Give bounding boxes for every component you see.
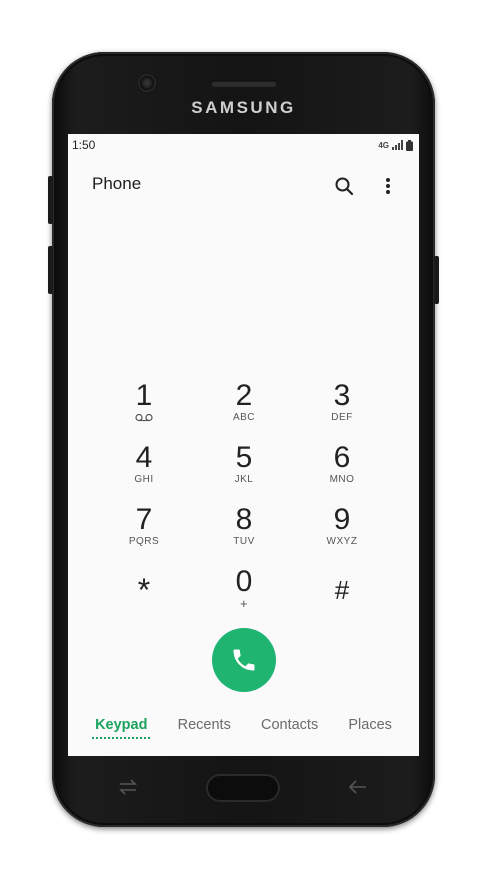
tab-places[interactable]: Places [348, 717, 392, 737]
front-camera [140, 76, 154, 90]
key-3[interactable]: 3 DEF [302, 380, 382, 436]
key-letters: + [239, 596, 249, 611]
tab-contacts[interactable]: Contacts [261, 717, 318, 737]
key-letters: MNO [329, 474, 355, 485]
brand-logo: SAMSUNG [191, 98, 296, 117]
tab-recents[interactable]: Recents [178, 717, 231, 737]
key-4[interactable]: 4 GHI [104, 442, 184, 498]
key-letters: PQRS [128, 536, 160, 547]
key-digit: 2 [235, 379, 253, 412]
key-digit: * [137, 572, 151, 608]
screen: 1:50 4G Phone 1 2 ABC 3 DEF 4 GHI 5 JKL … [68, 134, 419, 756]
key-2[interactable]: 2 ABC [204, 380, 284, 436]
key-7[interactable]: 7 PQRS [104, 504, 184, 560]
home-button[interactable] [206, 774, 280, 802]
key-letters: TUV [233, 536, 255, 547]
key-digit: 1 [135, 379, 153, 412]
key-digit: 4 [135, 441, 153, 474]
key-9[interactable]: 9 WXYZ [302, 504, 382, 560]
recent-apps-icon[interactable] [118, 778, 138, 796]
key-digit: 3 [333, 379, 351, 412]
key-hash[interactable]: # [302, 574, 382, 630]
key-1[interactable]: 1 [104, 380, 184, 436]
side-button-volume [48, 246, 53, 294]
key-5[interactable]: 5 JKL [204, 442, 284, 498]
key-digit: 9 [333, 503, 351, 536]
key-8[interactable]: 8 TUV [204, 504, 284, 560]
earpiece-speaker [211, 80, 277, 87]
bottom-tabs: Keypad Recents Contacts Places [68, 712, 419, 742]
back-icon[interactable] [348, 778, 368, 796]
key-digit: 0 [235, 565, 253, 598]
key-digit: 6 [333, 441, 351, 474]
hardware-nav-bar [52, 756, 435, 820]
key-letters: ABC [232, 412, 256, 423]
side-button-power [434, 256, 439, 304]
side-button-bixby [48, 176, 53, 224]
key-0[interactable]: 0 + [204, 566, 284, 622]
key-letters: WXYZ [326, 536, 358, 547]
key-6[interactable]: 6 MNO [302, 442, 382, 498]
key-star[interactable]: * [104, 574, 184, 630]
key-digit: 7 [135, 503, 153, 536]
call-button[interactable] [212, 628, 276, 692]
key-digit: 8 [235, 503, 253, 536]
key-letters: GHI [134, 474, 154, 485]
tab-keypad[interactable]: Keypad [92, 717, 151, 739]
key-digit: 5 [235, 441, 253, 474]
phone-icon [233, 649, 255, 671]
key-digit: # [334, 575, 350, 605]
voicemail-icon [135, 413, 153, 422]
key-letters: JKL [234, 474, 254, 485]
key-letters: DEF [331, 412, 353, 423]
